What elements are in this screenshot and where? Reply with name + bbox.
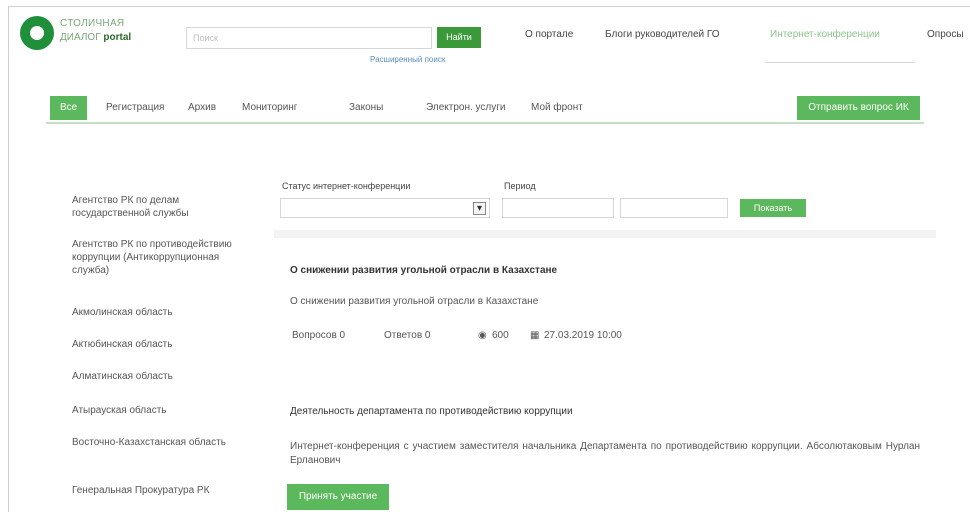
period-filter-label: Период	[504, 181, 536, 191]
top-link-about[interactable]: О портале	[525, 29, 573, 40]
date-from-input[interactable]	[502, 198, 614, 218]
nav-tab-monitoring[interactable]: Мониторинг	[242, 102, 297, 113]
top-link-polls[interactable]: Опросы	[927, 29, 964, 40]
sidebar-item[interactable]: Агентство РК по противодействию коррупци…	[72, 238, 252, 277]
active-link-underline	[765, 62, 915, 63]
conference-date: 27.03.2019 10:00	[544, 330, 622, 341]
site-logo[interactable]: СТОЛИЧНАЯ ДИАЛОГ portal	[20, 12, 170, 54]
calendar-icon: ▦	[530, 330, 540, 341]
advanced-search-link[interactable]: Расширенный поиск	[370, 55, 445, 64]
nav-tab-e-services[interactable]: Электрон. услуги	[426, 102, 505, 113]
logo-line2: ДИАЛОГ portal	[60, 32, 132, 43]
sidebar-item[interactable]: Акмолинская область	[72, 306, 252, 319]
date-to-input[interactable]	[620, 198, 728, 218]
search-input[interactable]: Поиск	[186, 27, 432, 49]
views-icon: ◉	[478, 330, 487, 341]
conference-subtitle: О снижении развития угольной отрасли в К…	[290, 296, 539, 307]
logo-icon	[20, 16, 54, 50]
questions-count: Вопросов 0	[292, 330, 346, 341]
content-divider	[274, 230, 936, 238]
sidebar-item[interactable]: Атырауская область	[72, 404, 252, 417]
conference-title[interactable]: О снижении развития угольной отрасли в К…	[290, 265, 557, 276]
status-filter-label: Статус интернет-конференции	[282, 181, 411, 191]
nav-tab-my-front[interactable]: Мой фронт	[531, 102, 583, 113]
logo-line1: СТОЛИЧНАЯ	[60, 18, 125, 29]
nav-tab-registration[interactable]: Регистрация	[106, 102, 164, 113]
top-link-conferences[interactable]: Интернет-конференции	[770, 29, 880, 40]
sidebar-item[interactable]: Генеральная Прокуратура РК	[72, 484, 252, 497]
conference-title[interactable]: Деятельность департамента по противодейс…	[290, 406, 573, 417]
conference-description: Интернет-конференция с участием заместит…	[290, 441, 920, 466]
nav-tab-laws[interactable]: Законы	[349, 102, 383, 113]
apply-filter-button[interactable]: Показать	[740, 199, 806, 217]
nav-tab-archive[interactable]: Архив	[188, 102, 216, 113]
category-nav: Все Регистрация Архив Мониторинг Законы …	[46, 96, 924, 124]
nav-tab-all[interactable]: Все	[50, 96, 88, 120]
sidebar-item[interactable]: Агентство РК по делам государственной сл…	[72, 194, 252, 220]
sidebar-item[interactable]: Актюбинская область	[72, 338, 252, 351]
views-count: 600	[492, 330, 509, 341]
search-button[interactable]: Найти	[437, 27, 481, 48]
chevron-down-icon[interactable]: ▾	[473, 202, 486, 215]
sidebar-item[interactable]: Восточно-Казахстанская область	[72, 436, 252, 449]
status-select[interactable]: ▾	[280, 198, 490, 218]
participate-button[interactable]: Принять участие	[287, 484, 389, 510]
answers-count: Ответов 0	[384, 330, 431, 341]
ask-question-button[interactable]: Отправить вопрос ИК	[797, 96, 920, 120]
sidebar-item[interactable]: Алматинская область	[72, 370, 252, 383]
top-link-blogs[interactable]: Блоги руководителей ГО	[605, 29, 720, 40]
